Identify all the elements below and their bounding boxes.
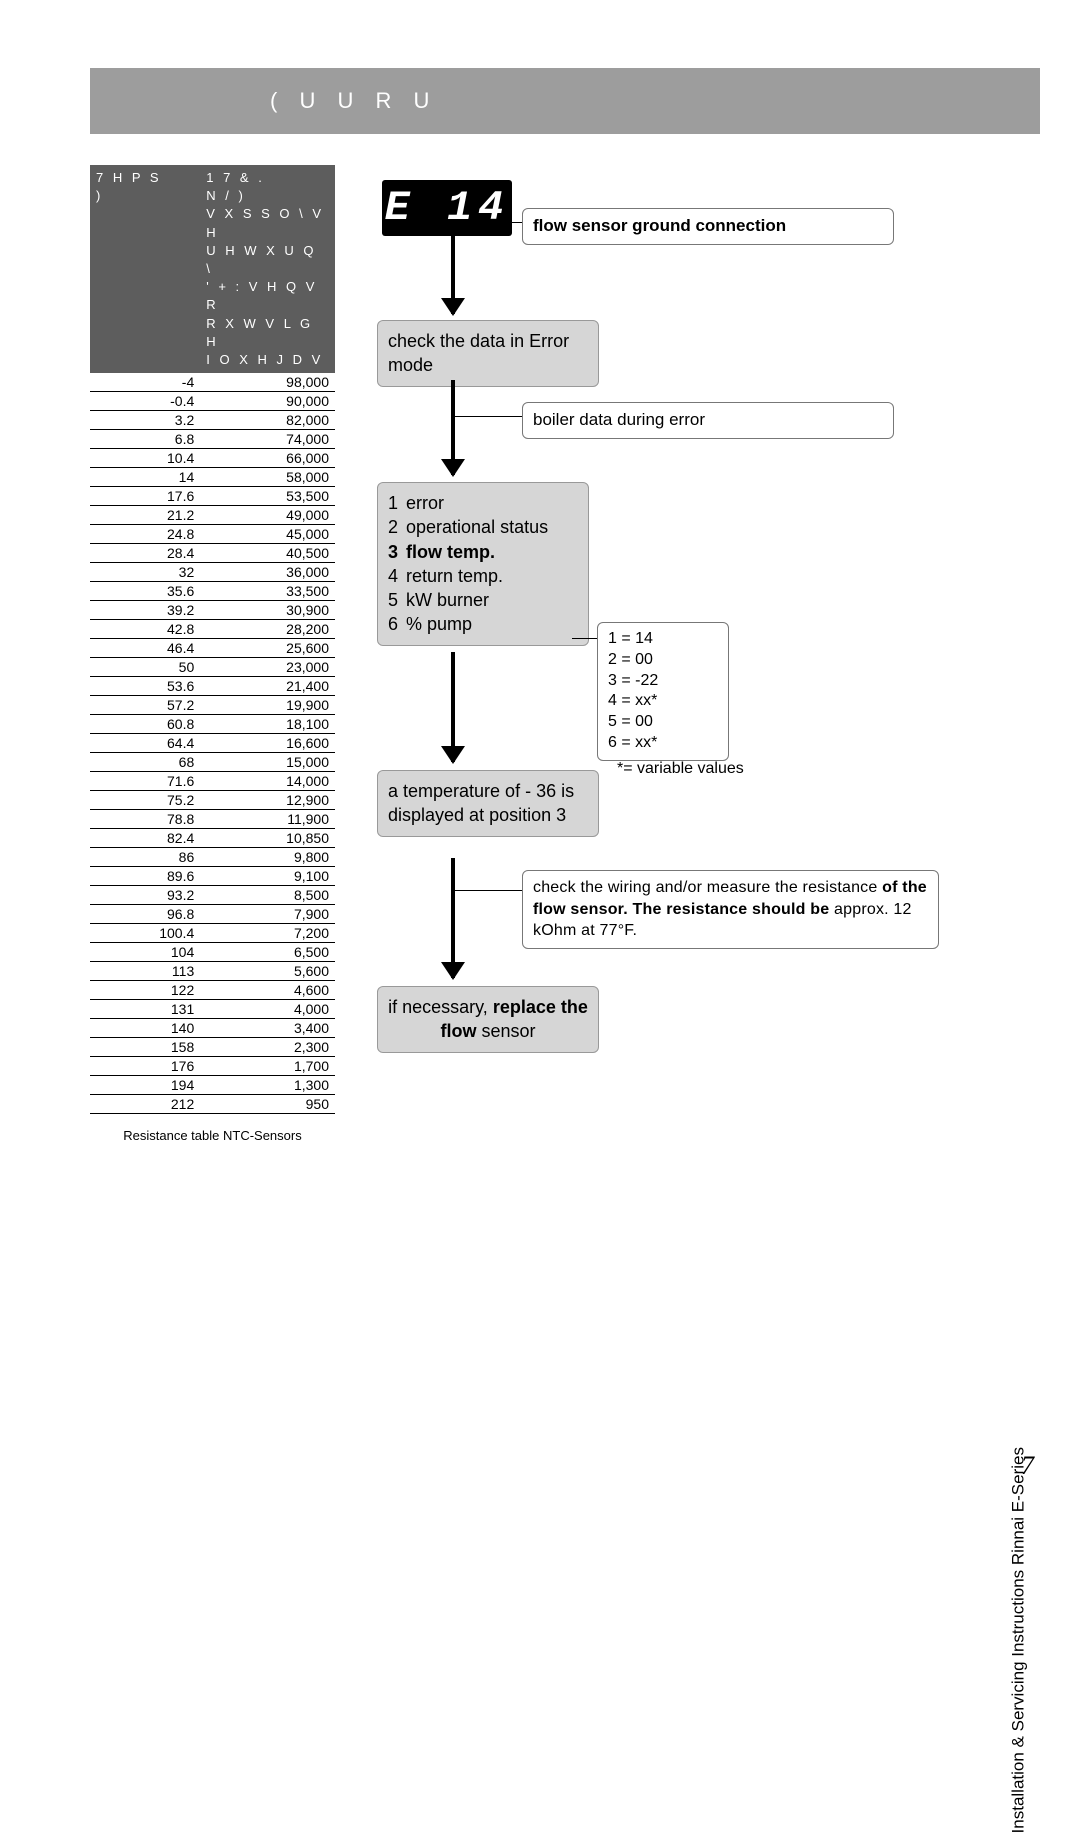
value-line: 6 = xx*	[608, 733, 718, 754]
page-number: 7	[1021, 1451, 1034, 1481]
table-row: 1135,600	[90, 962, 335, 981]
table-row: 100.47,200	[90, 924, 335, 943]
variable-values-note: *= variable values	[617, 760, 744, 778]
page-title: ( U U R U	[270, 88, 437, 114]
table-row: 57.219,900	[90, 696, 335, 715]
note-flow-sensor-ground: flow sensor ground connection	[522, 208, 894, 245]
table-row: 24.845,000	[90, 525, 335, 544]
table-row: 1224,600	[90, 981, 335, 1000]
table-row: 42.828,200	[90, 620, 335, 639]
note-check-wiring: check the wiring and/or measure the resi…	[522, 870, 939, 949]
list-item: 2operational status	[388, 515, 578, 539]
footer-text: Installation & Servicing Instructions Ri…	[1008, 1447, 1028, 1833]
table-row: 21.249,000	[90, 506, 335, 525]
table-head: 7 H P S ) 1 7 & . N / ) V X S S O \ V H …	[90, 165, 335, 373]
value-line: 1 = 14	[608, 629, 718, 650]
table-caption: Resistance table NTC-Sensors	[90, 1128, 335, 1143]
table-row: 39.230,900	[90, 601, 335, 620]
table-row: 5023,000	[90, 658, 335, 677]
error-code-display: E 14	[382, 180, 512, 236]
table-row: 28.440,500	[90, 544, 335, 563]
table-row: 53.621,400	[90, 677, 335, 696]
table-row: 75.212,900	[90, 791, 335, 810]
table-row: -0.490,000	[90, 392, 335, 411]
arrow-icon	[451, 858, 455, 978]
table-row: 1403,400	[90, 1019, 335, 1038]
page-header: ( U U R U	[90, 68, 1040, 134]
step-replace-sensor: if necessary, replace the flow sensor	[377, 986, 599, 1053]
table-row: 3.282,000	[90, 411, 335, 430]
head-col2: 1 7 & . N / ) V X S S O \ V H U H W X U …	[200, 165, 335, 373]
list-item: 6% pump	[388, 612, 578, 636]
list-item: 1error	[388, 491, 578, 515]
arrow-icon	[451, 652, 455, 762]
flow-chart: E 14 flow sensor ground connection check…	[372, 180, 952, 1100]
list-item: 5kW burner	[388, 588, 578, 612]
table-row: 96.87,900	[90, 905, 335, 924]
table-row: -498,000	[90, 373, 335, 392]
value-line: 3 = -22	[608, 671, 718, 692]
table-row: 82.410,850	[90, 829, 335, 848]
value-line: 2 = 00	[608, 650, 718, 671]
resistance-table: 7 H P S ) 1 7 & . N / ) V X S S O \ V H …	[90, 165, 335, 1143]
table-row: 17.653,500	[90, 487, 335, 506]
table-row: 6815,000	[90, 753, 335, 772]
table-row: 35.633,500	[90, 582, 335, 601]
table-row: 10.466,000	[90, 449, 335, 468]
arrow-icon	[451, 380, 455, 475]
value-line: 5 = 00	[608, 712, 718, 733]
values-box: 1 = 142 = 003 = -224 = xx*5 = 006 = xx*	[597, 622, 729, 761]
table-row: 1458,000	[90, 468, 335, 487]
list-item: 4return temp.	[388, 564, 578, 588]
table-row: 46.425,600	[90, 639, 335, 658]
table-row: 64.416,600	[90, 734, 335, 753]
table-row: 89.69,100	[90, 867, 335, 886]
table-row: 3236,000	[90, 563, 335, 582]
table-row: 6.874,000	[90, 430, 335, 449]
table-row: 93.28,500	[90, 886, 335, 905]
table-row: 60.818,100	[90, 715, 335, 734]
table-row: 78.811,900	[90, 810, 335, 829]
table-row: 1314,000	[90, 1000, 335, 1019]
table-row: 71.614,000	[90, 772, 335, 791]
head-col1: 7 H P S )	[90, 165, 200, 373]
table-row: 869,800	[90, 848, 335, 867]
step-temp-displayed: a temperature of - 36 is displayed at po…	[377, 770, 599, 837]
step-data-list: 1error2operational status3flow temp.4ret…	[377, 482, 589, 646]
table-row: 1046,500	[90, 943, 335, 962]
arrow-icon	[451, 236, 455, 314]
note-boiler-data: boiler data during error	[522, 402, 894, 439]
table-row: 212950	[90, 1095, 335, 1114]
step-check-data: check the data in Error mode	[377, 320, 599, 387]
list-item: 3flow temp.	[388, 540, 578, 564]
value-line: 4 = xx*	[608, 691, 718, 712]
table-row: 1941,300	[90, 1076, 335, 1095]
table-row: 1761,700	[90, 1057, 335, 1076]
table-row: 1582,300	[90, 1038, 335, 1057]
